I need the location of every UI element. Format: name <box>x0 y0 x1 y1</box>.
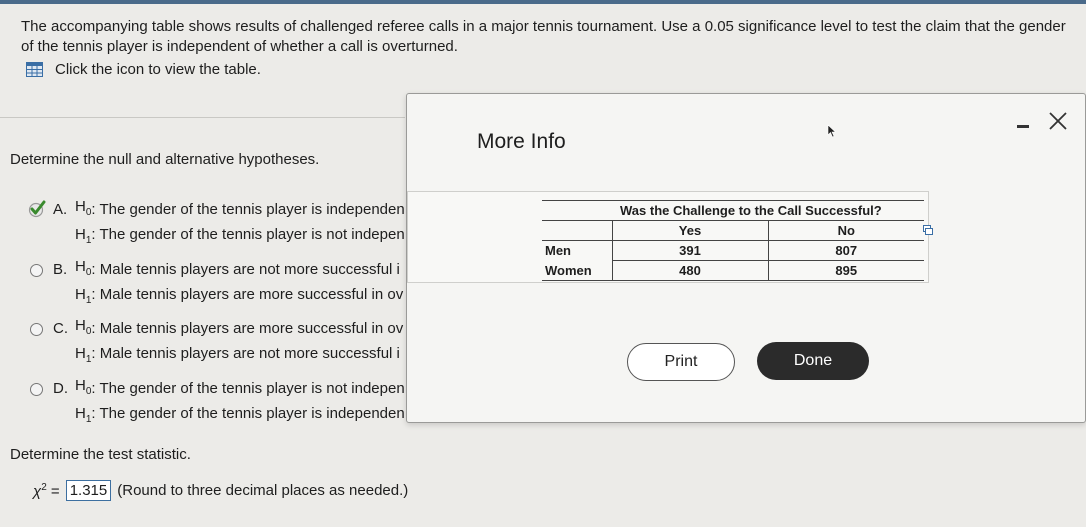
h1-symbol: H1 <box>75 286 92 306</box>
option-h0-text: : The gender of the tennis player is not… <box>91 380 405 397</box>
row-label: Women <box>542 260 612 281</box>
section-divider <box>0 117 405 118</box>
option-letter: C. <box>53 320 68 337</box>
h1-symbol: H1 <box>75 226 92 246</box>
copy-icon[interactable] <box>923 225 933 235</box>
test-statistic-answer: χ2 = 1.315 (Round to three decimal place… <box>33 480 408 501</box>
h0-symbol: H0 <box>75 258 92 278</box>
h1-symbol: H1 <box>75 345 92 365</box>
option-h1-text: : The gender of the tennis player is not… <box>91 226 405 243</box>
option-c[interactable]: C. H0: Male tennis players are more succ… <box>30 315 403 371</box>
h0-symbol: H0 <box>75 317 92 337</box>
option-h0-text: : Male tennis players are more successfu… <box>91 320 404 337</box>
hypotheses-label: Determine the null and alternative hypot… <box>10 151 320 168</box>
table-spacer-cell <box>542 220 612 241</box>
table-grid-icon[interactable] <box>26 62 43 77</box>
mouse-cursor-icon <box>827 124 837 138</box>
table-corner-cell <box>542 200 612 221</box>
option-letter: D. <box>53 380 68 397</box>
h1-symbol: H1 <box>75 405 92 425</box>
radio-button[interactable] <box>30 382 43 396</box>
done-button[interactable]: Done <box>757 342 869 380</box>
h0-symbol: H0 <box>75 198 92 218</box>
selected-check-icon[interactable] <box>28 200 46 217</box>
radio-button[interactable] <box>30 263 43 277</box>
table-cell: 807 <box>767 240 924 261</box>
column-header-no: No <box>767 220 924 241</box>
h0-symbol: H0 <box>75 377 92 397</box>
question-prompt: The accompanying table shows results of … <box>21 18 1066 55</box>
more-info-dialog: More Info Was the Challenge to the Call … <box>406 93 1086 423</box>
option-h1-text: : Male tennis players are more successfu… <box>91 286 404 303</box>
table-cell: 391 <box>611 240 768 261</box>
dialog-title: More Info <box>477 130 566 153</box>
table-cell: 480 <box>611 260 768 281</box>
option-a[interactable]: A. H0: The gender of the tennis player i… <box>28 196 405 252</box>
data-table-panel: Was the Challenge to the Call Successful… <box>407 191 929 283</box>
print-button[interactable]: Print <box>627 343 735 381</box>
option-letter: A. <box>53 201 68 218</box>
data-table: Was the Challenge to the Call Successful… <box>542 200 924 281</box>
option-d[interactable]: D. H0: The gender of the tennis player i… <box>30 375 405 431</box>
close-icon[interactable] <box>1047 110 1069 132</box>
column-header-yes: Yes <box>611 220 768 241</box>
chi-square-symbol: χ2 = <box>33 481 60 500</box>
option-h1-text: : Male tennis players are not more succe… <box>91 345 400 362</box>
top-accent-bar <box>0 0 1086 4</box>
answer-note: (Round to three decimal places as needed… <box>117 482 409 499</box>
option-h0-text: : Male tennis players are not more succe… <box>91 261 400 278</box>
table-link-text: Click the icon to view the table. <box>55 61 261 78</box>
row-label: Men <box>545 243 571 259</box>
option-b[interactable]: B. H0: Male tennis players are not more … <box>30 256 403 312</box>
answer-input-box[interactable]: 1.315 <box>65 480 112 501</box>
test-statistic-label: Determine the test statistic. <box>10 446 191 463</box>
radio-button[interactable] <box>30 322 43 336</box>
table-cell: 895 <box>767 260 924 281</box>
option-h1-text: : The gender of the tennis player is ind… <box>91 405 405 422</box>
option-letter: B. <box>53 261 68 278</box>
table-link[interactable]: Click the icon to view the table. <box>26 61 261 78</box>
table-header: Was the Challenge to the Call Successful… <box>612 200 924 221</box>
minimize-button[interactable] <box>1014 113 1032 131</box>
option-h0-text: : The gender of the tennis player is ind… <box>91 201 405 218</box>
